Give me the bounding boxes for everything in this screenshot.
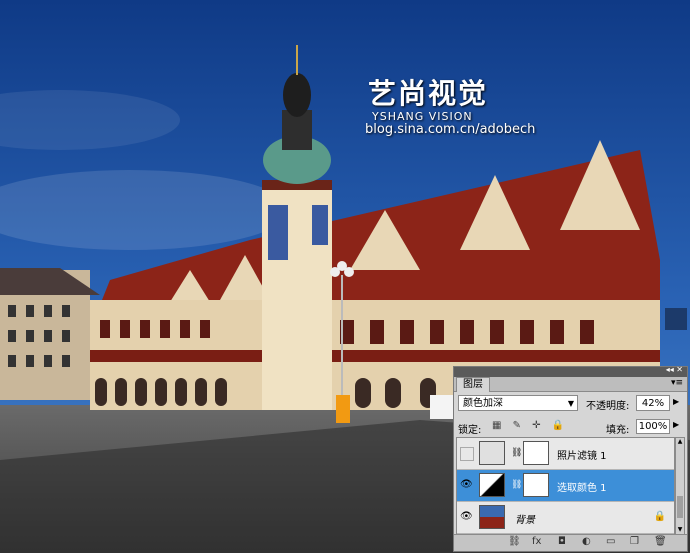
visibility-toggle[interactable] <box>460 447 474 461</box>
adjustment-icon <box>479 473 505 497</box>
lock-fill-row: 锁定: ▦ ✎ ✛ 🔒 填充: 100% ▶ <box>458 419 683 436</box>
layer-mask-thumbnail[interactable] <box>523 473 549 497</box>
link-layers-icon[interactable]: ⛓ <box>508 536 521 547</box>
blend-mode-select[interactable]: 颜色加深 ▼ <box>458 395 578 411</box>
new-group-icon[interactable]: ▭ <box>606 536 615 547</box>
fill-arrow-icon[interactable]: ▶ <box>673 420 679 429</box>
collapse-icon[interactable]: ◂◂ ✕ <box>666 365 683 374</box>
add-mask-icon[interactable]: ◘ <box>558 536 566 547</box>
blend-opacity-row: 颜色加深 ▼ 不透明度: 42% ▶ <box>458 395 683 413</box>
adjustment-layer-icon[interactable]: ◐ <box>582 536 591 547</box>
blend-mode-value: 颜色加深 <box>463 398 503 409</box>
scroll-thumb[interactable] <box>677 496 683 518</box>
layer-name[interactable]: 照片滤镜 1 <box>557 447 607 462</box>
panel-title-strip[interactable]: ◂◂ ✕ <box>454 365 687 377</box>
layers-panel: ◂◂ ✕ 图层 ▾≡ 颜色加深 ▼ 不透明度: 42% ▶ 锁定: ▦ ✎ ✛ … <box>453 365 688 552</box>
tab-layers[interactable]: 图层 <box>456 377 490 392</box>
layer-mask-thumbnail[interactable] <box>523 441 549 465</box>
opacity-input[interactable]: 42% <box>636 395 670 411</box>
fill-input[interactable]: 100% <box>636 419 670 434</box>
link-icon: ⛓ <box>511 448 523 458</box>
panel-tab-row: 图层 ▾≡ <box>454 377 687 392</box>
layer-style-icon[interactable]: fx <box>532 536 541 547</box>
opacity-label: 不透明度: <box>586 401 630 412</box>
layers-list: ⛓ 照片滤镜 1 👁 ⛓ 选取颜色 1 👁 背景 🔒 <box>456 437 675 537</box>
opacity-arrow-icon[interactable]: ▶ <box>673 397 679 406</box>
fill-label: 填充: <box>606 425 630 436</box>
layer-name[interactable]: 背景 <box>515 511 535 526</box>
layer-image-thumbnail <box>479 505 505 529</box>
panel-menu-icon[interactable]: ▾≡ <box>671 378 683 388</box>
panel-footer: ⛓ fx ◘ ◐ ▭ ❐ 🗑 <box>454 534 687 551</box>
layers-scrollbar[interactable]: ▲ ▼ <box>675 437 685 535</box>
layer-row[interactable]: 👁 背景 🔒 <box>457 502 674 534</box>
lock-icon: 🔒 <box>653 511 666 522</box>
new-layer-icon[interactable]: ❐ <box>630 536 639 547</box>
watermark-title: 艺尚视觉 <box>368 77 489 110</box>
layer-name[interactable]: 选取颜色 1 <box>557 479 607 494</box>
link-icon: ⛓ <box>511 480 523 490</box>
lock-label: 锁定: <box>458 425 482 436</box>
watermark-url: blog.sina.com.cn/adobech <box>365 122 536 137</box>
lock-options-icons[interactable]: ▦ ✎ ✛ 🔒 <box>492 420 568 431</box>
scroll-down-icon[interactable]: ▼ <box>676 526 684 534</box>
delete-layer-icon[interactable]: 🗑 <box>654 536 667 547</box>
adjustment-icon <box>479 441 505 465</box>
eye-icon[interactable]: 👁 <box>460 511 473 523</box>
scroll-up-icon[interactable]: ▲ <box>676 438 684 446</box>
eye-icon[interactable]: 👁 <box>460 479 473 491</box>
layer-row[interactable]: ⛓ 照片滤镜 1 <box>457 438 674 470</box>
dropdown-arrow-icon: ▼ <box>567 399 574 408</box>
layer-row[interactable]: 👁 ⛓ 选取颜色 1 <box>457 470 674 502</box>
